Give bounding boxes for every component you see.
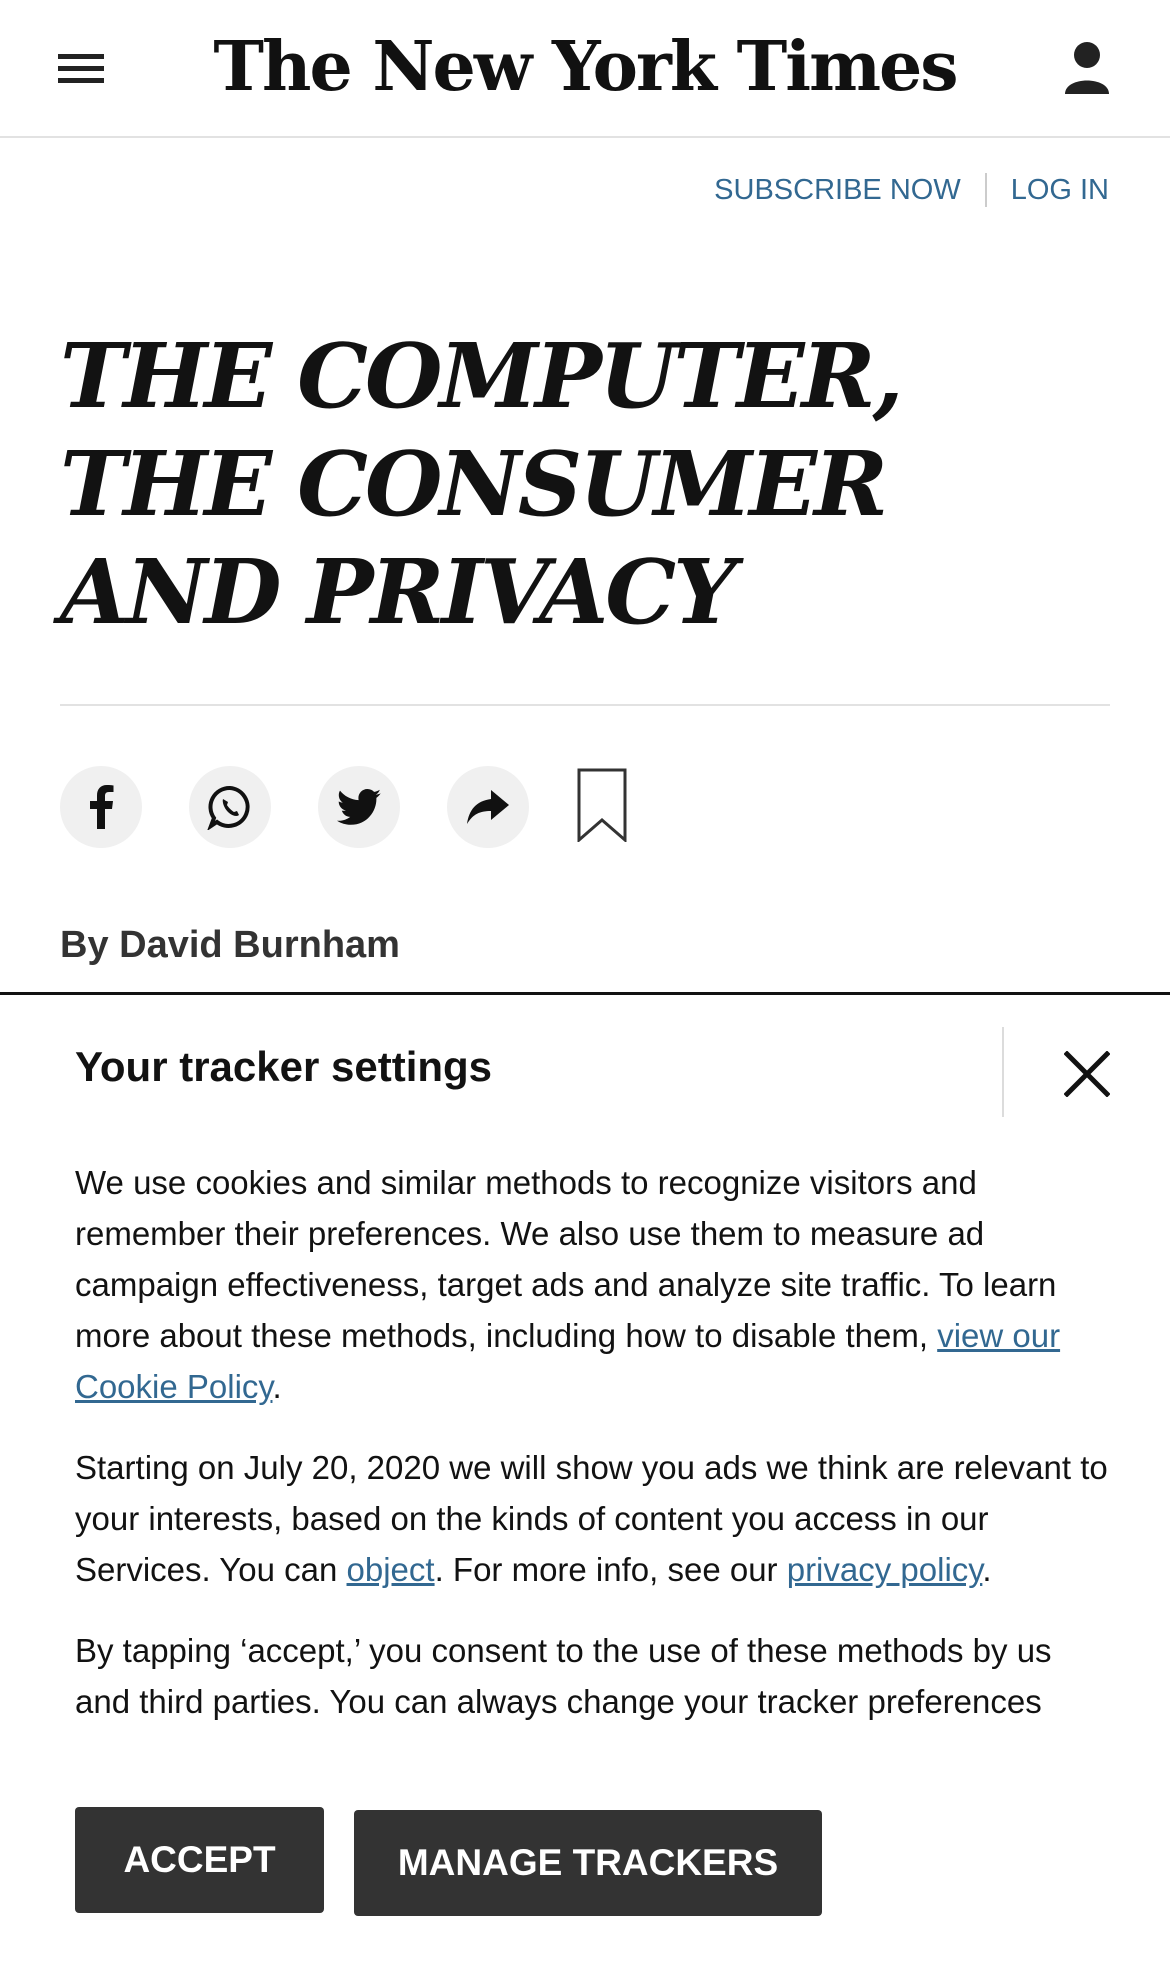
login-link[interactable]: LOG IN — [1011, 174, 1109, 207]
article-headline: THE COMPUTER, THE CONSUMER AND PRIVACY — [60, 323, 904, 644]
manage-trackers-button[interactable]: MANAGE TRACKERS — [354, 1810, 822, 1916]
nyt-logo[interactable]: The New York Times — [0, 22, 1170, 112]
close-divider — [1002, 1027, 1004, 1117]
object-link[interactable]: object — [347, 1551, 435, 1588]
tracker-settings-panel: Your tracker settings We use cookies and… — [0, 992, 1170, 1985]
ads-text-mid: . For more info, see our — [434, 1551, 787, 1588]
account-links: SUBSCRIBE NOW LOG IN — [714, 170, 1109, 210]
user-icon[interactable] — [1062, 40, 1112, 96]
top-header: The New York Times — [0, 0, 1170, 138]
twitter-icon[interactable] — [318, 766, 400, 848]
share-arrow-icon[interactable] — [447, 766, 529, 848]
ads-paragraph: Starting on July 20, 2020 we will show y… — [75, 1442, 1115, 1595]
whatsapp-icon[interactable] — [189, 766, 271, 848]
bookmark-icon[interactable] — [577, 768, 627, 847]
tracker-body: We use cookies and similar methods to re… — [75, 1157, 1115, 1757]
consent-paragraph: By tapping ‘accept,’ you consent to the … — [75, 1632, 1052, 1720]
cookie-paragraph: We use cookies and similar methods to re… — [75, 1157, 1115, 1412]
headline-divider — [60, 704, 1110, 706]
ads-text-end: . — [982, 1551, 992, 1588]
cookie-text: We use cookies and similar methods to re… — [75, 1164, 1057, 1354]
facebook-icon[interactable] — [60, 766, 142, 848]
tracker-title: Your tracker settings — [75, 1043, 493, 1090]
article-byline: By David Burnham — [60, 924, 400, 966]
share-toolbar — [60, 766, 627, 848]
subscribe-link[interactable]: SUBSCRIBE NOW — [714, 174, 961, 207]
privacy-policy-link[interactable]: privacy policy — [787, 1551, 983, 1588]
close-icon[interactable] — [1063, 1050, 1111, 1098]
accept-button[interactable]: ACCEPT — [75, 1807, 324, 1913]
cookie-text-end: . — [272, 1368, 282, 1405]
divider — [984, 173, 987, 207]
